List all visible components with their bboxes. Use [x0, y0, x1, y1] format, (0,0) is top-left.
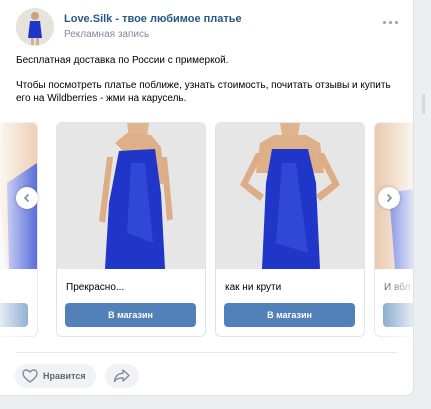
share-button[interactable] [105, 364, 139, 388]
share-icon [113, 369, 130, 383]
divider [16, 352, 397, 353]
post-text-line-1: Бесплатная доставка по России с примерко… [16, 55, 229, 66]
chevron-left-icon[interactable] [16, 187, 38, 209]
carousel-card-1[interactable]: Прекрасно... В магазин [56, 122, 206, 337]
ad-label: Рекламная запись [64, 29, 150, 40]
author-name[interactable]: Love.Silk - твое любимое платье [64, 13, 242, 25]
post-text-line-2: Чтобы посмотреть платье поближе, узнать … [16, 80, 391, 104]
shop-button[interactable]: В магазин [224, 303, 355, 327]
post-text: Бесплатная доставка по России с примерко… [16, 54, 396, 117]
product-photo [216, 123, 364, 269]
carousel-card-3[interactable]: И вбл [374, 122, 413, 337]
carousel-card-2[interactable]: как ни крути В магазин [215, 122, 365, 337]
card-title: Прекрасно... [66, 282, 125, 293]
heart-icon [22, 369, 38, 383]
like-label: Нравится [43, 371, 86, 381]
product-photo [57, 123, 205, 269]
shop-button[interactable] [0, 303, 28, 327]
product-carousel: Прекрасно... В магазин как ни крути В ма… [0, 122, 413, 337]
shop-button[interactable]: В магазин [65, 303, 196, 327]
chevron-right-icon[interactable] [378, 187, 400, 209]
ad-post: Love.Silk - твое любимое платье Рекламна… [0, 0, 414, 396]
author-avatar[interactable] [16, 8, 54, 46]
card-title: И вбл [384, 282, 411, 293]
like-button[interactable]: Нравится [15, 364, 96, 388]
card-title: как ни крути [225, 282, 282, 293]
shop-button[interactable] [383, 303, 413, 327]
carousel-card-0[interactable] [0, 122, 38, 337]
more-icon[interactable] [381, 17, 403, 29]
page-scroll-indicator [422, 94, 425, 114]
